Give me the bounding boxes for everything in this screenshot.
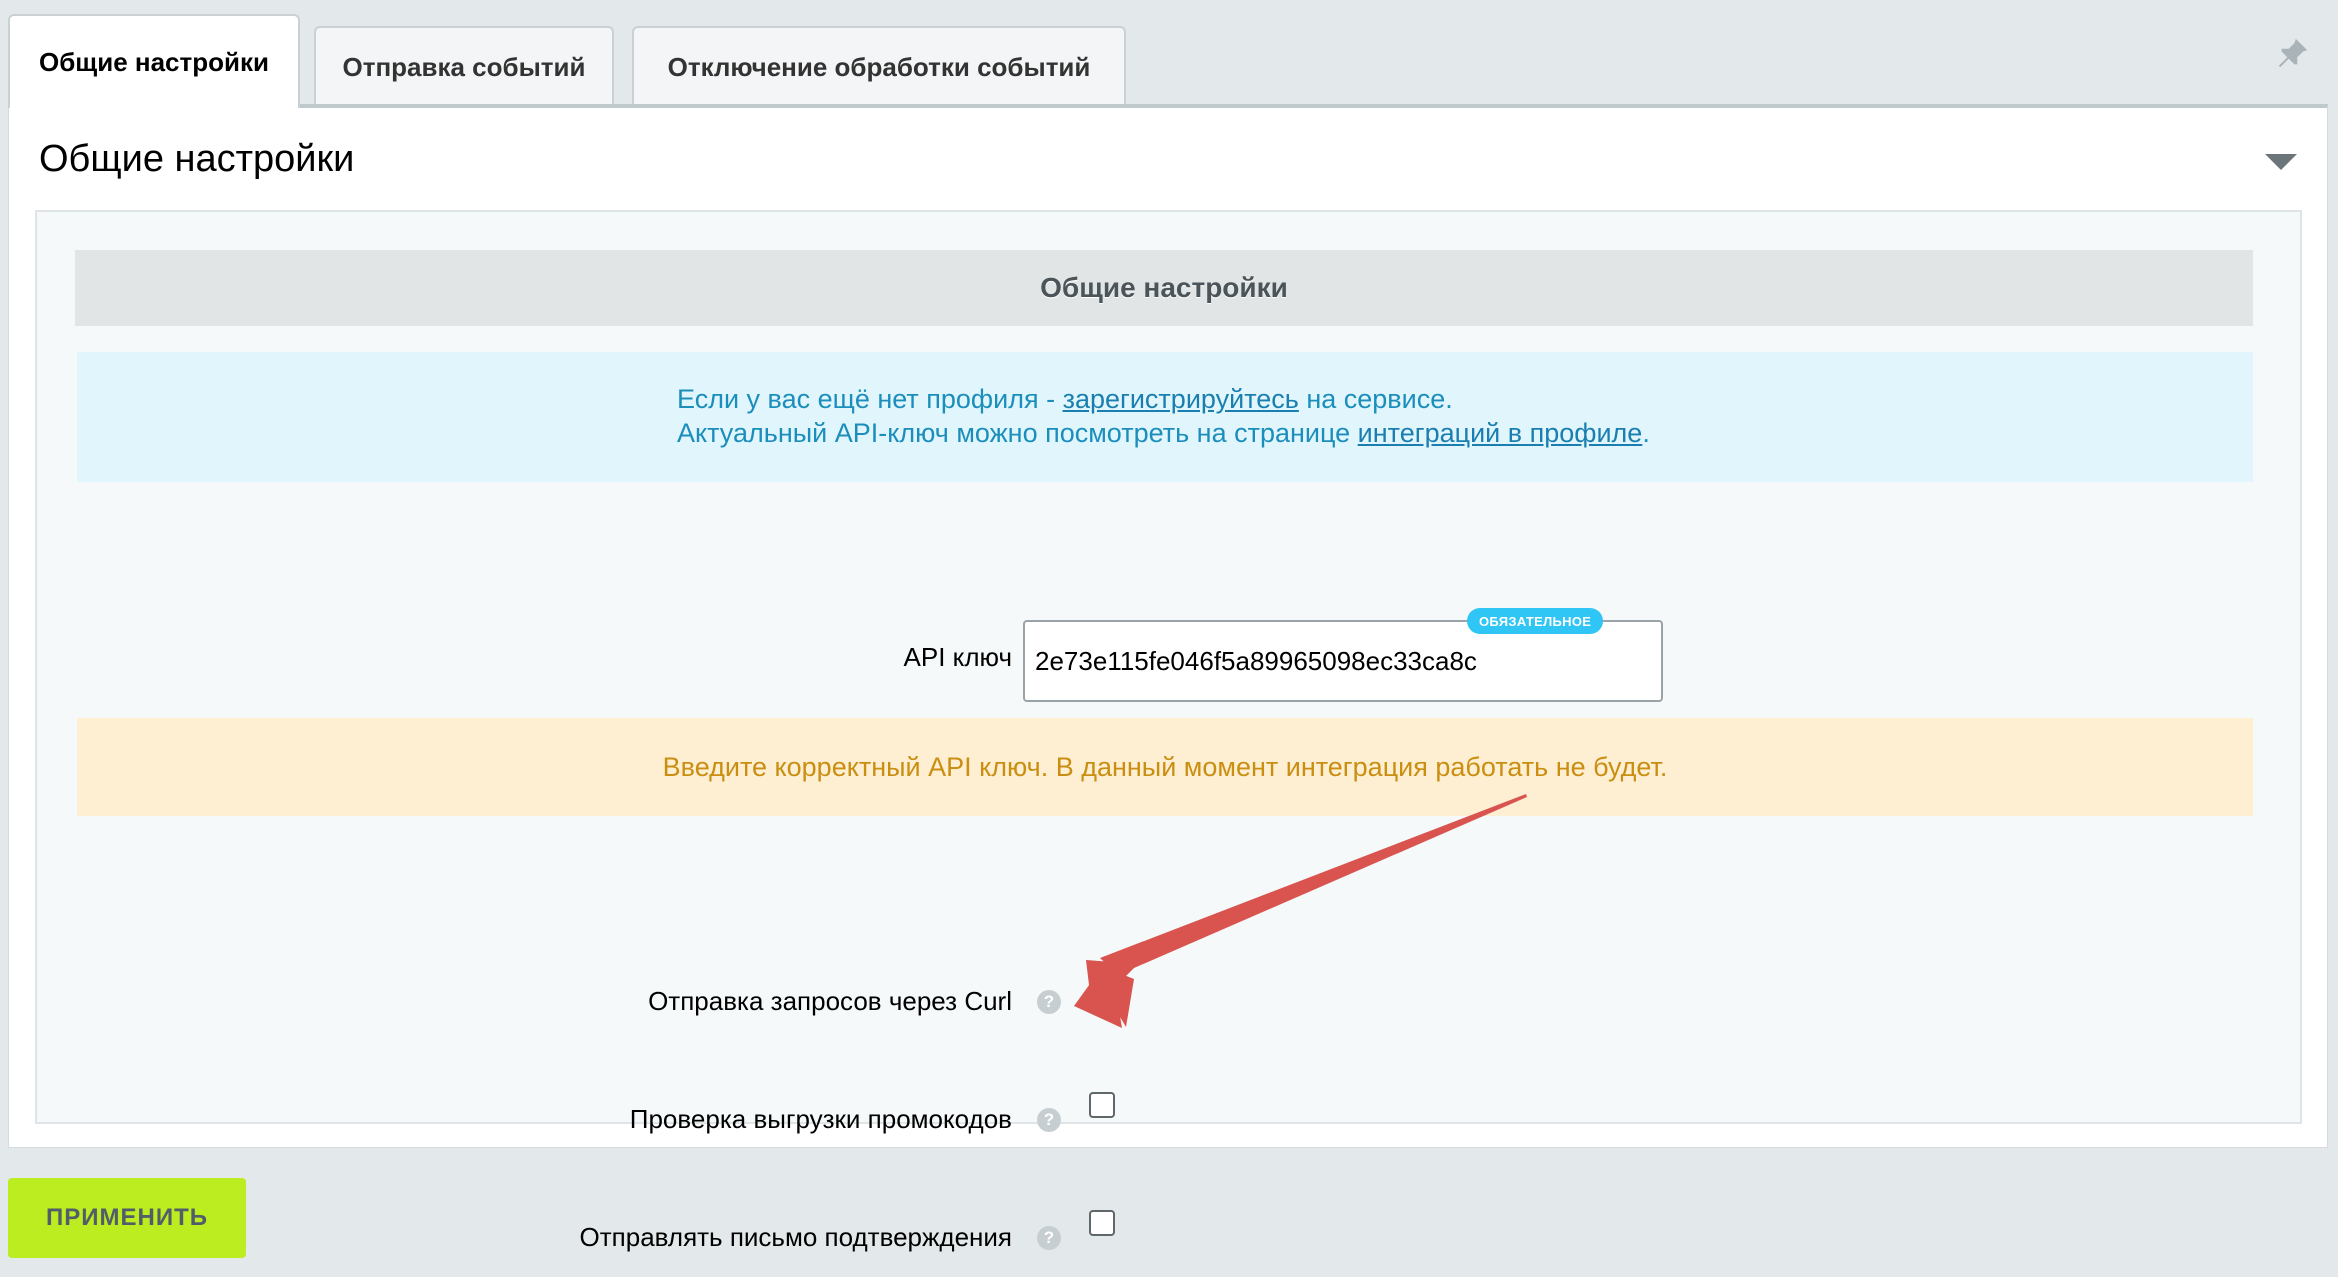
panel-title: Общие настройки <box>39 138 355 180</box>
info-box: Если у вас ещё нет профиля - зарегистрир… <box>77 352 2253 482</box>
info-line-2: Актуальный API-ключ можно посмотреть на … <box>677 416 1650 450</box>
collapse-triangle-icon[interactable] <box>2265 154 2297 170</box>
info-line-1: Если у вас ещё нет профиля - зарегистрир… <box>677 382 1650 416</box>
settings-panel: Общие настройки Общие настройки Если у в… <box>8 104 2328 1252</box>
warning-text: Введите корректный API ключ. В данный мо… <box>662 751 1668 782</box>
curl-checkbox[interactable] <box>1089 974 1115 1000</box>
tab-label: Отключение обработки событий <box>667 51 1091 82</box>
info-text-part: Актуальный API-ключ можно посмотреть на … <box>677 418 1358 448</box>
section-heading: Общие настройки <box>75 250 2253 326</box>
info-text-part: Если у вас ещё нет профиля - <box>677 384 1063 414</box>
confirmation-email-checkbox[interactable] <box>1089 1210 1115 1236</box>
required-badge: ОБЯЗАТЕЛЬНОЕ <box>1467 608 1604 634</box>
tab-label: Общие настройки <box>39 46 269 77</box>
tab-label: Отправка событий <box>342 51 586 82</box>
question-circle-icon[interactable]: ? <box>1037 1226 1061 1250</box>
promocode-check-checkbox[interactable] <box>1089 1092 1115 1118</box>
register-link[interactable]: зарегистрируйтесь <box>1063 384 1299 414</box>
info-text-part: на сервисе. <box>1298 384 1453 414</box>
question-circle-icon[interactable]: ? <box>1037 990 1061 1014</box>
question-circle-icon[interactable]: ? <box>1037 1108 1061 1132</box>
pin-icon[interactable] <box>2276 36 2310 70</box>
info-text: Если у вас ещё нет профиля - зарегистрир… <box>677 382 1650 450</box>
tab-event-sending[interactable]: Отправка событий <box>314 26 614 106</box>
option-label: Проверка выгрузки промокодов <box>629 1104 1012 1134</box>
option-row-curl: Отправка запросов через Curl ? <box>37 974 2300 1026</box>
warning-box: Введите корректный API ключ. В данный мо… <box>77 718 2253 816</box>
integrations-profile-link[interactable]: интеграций в профиле <box>1358 418 1643 448</box>
tab-disable-event-processing[interactable]: Отключение обработки событий <box>632 26 1126 106</box>
apply-button[interactable]: ПРИМЕНИТЬ <box>8 1178 246 1258</box>
tab-general-settings[interactable]: Общие настройки <box>8 14 300 108</box>
info-text-part: . <box>1642 418 1650 448</box>
api-key-label: API ключ <box>903 642 1012 672</box>
option-label: Отправка запросов через Curl <box>648 986 1012 1016</box>
option-row-confirmation-email: Отправлять письмо подтверждения ? <box>37 1210 2300 1262</box>
option-row-promocodes: Проверка выгрузки промокодов ? <box>37 1092 2300 1144</box>
option-label: Отправлять письмо подтверждения <box>579 1222 1012 1252</box>
settings-form: Общие настройки Если у вас ещё нет профи… <box>35 210 2302 1252</box>
